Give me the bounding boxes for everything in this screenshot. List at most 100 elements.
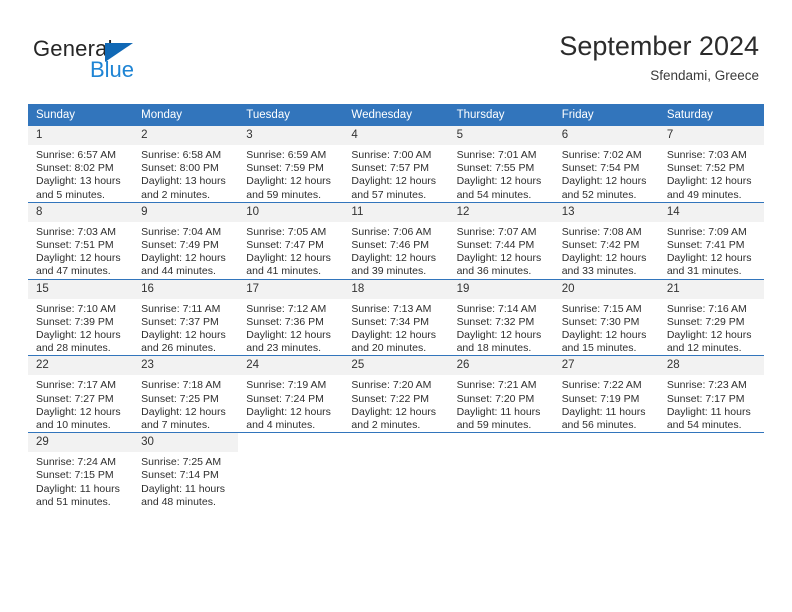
day-number: 24 <box>238 356 344 376</box>
calendar-day-cell[interactable]: 16 Sunrise: 7:11 AM Sunset: 7:37 PM Dayligh… <box>133 278 239 356</box>
day-number: 21 <box>658 279 764 299</box>
calendar-day-cell[interactable]: 29 Sunrise: 7:24 AM Sunset: 7:15 PM Dayligh… <box>28 432 134 510</box>
day-sun-info: Sunrise: 7:23 AM Sunset: 7:17 PM Daylight:… <box>659 375 764 432</box>
calendar-day-cell[interactable]: 20 Sunrise: 7:15 AM Sunset: 7:30 PM Dayligh… <box>553 278 659 356</box>
calendar-day-cell[interactable]: 14 Sunrise: 7:09 AM Sunset: 7:41 PM Dayligh… <box>658 201 764 280</box>
sunrise-text: Sunrise: 7:05 AM <box>246 225 327 238</box>
calendar-day-cell[interactable]: 4 Sunrise: 7:00 AM Sunset: 7:57 PM Daylight… <box>343 126 449 203</box>
daylight-text-line2: and 48 minutes. <box>141 495 216 508</box>
day-number: 18 <box>343 279 449 299</box>
calendar-day-cell[interactable]: 26 Sunrise: 7:21 AM Sunset: 7:20 PM Dayligh… <box>448 355 554 433</box>
calendar-header-row: Sunday Monday Tuesday Wednesday Thursday… <box>28 104 764 126</box>
sunset-text: Sunset: 7:17 PM <box>666 392 745 405</box>
daylight-text-line2: and 49 minutes. <box>666 188 742 201</box>
calendar-day-cell[interactable]: 25 Sunrise: 7:20 AM Sunset: 7:22 PM Dayligh… <box>343 355 449 433</box>
calendar-day-cell[interactable]: 7 Sunrise: 7:03 AM Sunset: 7:52 PM Daylight… <box>658 126 764 203</box>
day-sun-info: Sunrise: 7:16 AM Sunset: 7:29 PM Daylight:… <box>659 299 764 356</box>
daylight-text-line2: and 31 minutes. <box>666 265 742 278</box>
calendar-day-cell[interactable]: 17 Sunrise: 7:12 AM Sunset: 7:36 PM Dayligh… <box>238 278 344 356</box>
sunset-text: Sunset: 7:57 PM <box>351 162 430 175</box>
sunrise-text: Sunrise: 7:08 AM <box>561 225 642 238</box>
day-number: 28 <box>658 356 764 376</box>
daylight-text-line1: Daylight: 12 hours <box>141 329 226 342</box>
calendar-day-cell[interactable]: 15 Sunrise: 7:10 AM Sunset: 7:39 PM Dayligh… <box>28 278 134 356</box>
calendar-day-cell[interactable]: 23 Sunrise: 7:18 AM Sunset: 7:25 PM Dayligh… <box>133 355 239 433</box>
daylight-text-line1: Daylight: 12 hours <box>246 175 331 188</box>
daylight-text-line1: Daylight: 12 hours <box>456 175 542 188</box>
calendar-day-cell[interactable]: 22 Sunrise: 7:17 AM Sunset: 7:27 PM Dayligh… <box>28 355 134 433</box>
daylight-text-line1: Daylight: 12 hours <box>36 252 121 265</box>
general-blue-logo[interactable]: General Blue <box>33 36 253 86</box>
day-sun-info: Sunrise: 7:14 AM Sunset: 7:32 PM Daylight:… <box>449 299 554 356</box>
calendar-day-cell[interactable]: 12 Sunrise: 7:07 AM Sunset: 7:44 PM Dayligh… <box>448 201 554 280</box>
calendar-day-cell[interactable]: 1 Sunrise: 6:57 AM Sunset: 8:02 PM Daylight… <box>28 126 134 203</box>
calendar-day-cell[interactable]: 3 Sunrise: 6:59 AM Sunset: 7:59 PM Daylight… <box>238 126 344 203</box>
sunset-text: Sunset: 7:14 PM <box>141 469 219 482</box>
daylight-text-line2: and 51 minutes. <box>36 495 111 508</box>
sunrise-text: Sunrise: 7:12 AM <box>246 302 327 315</box>
daylight-text-line2: and 41 minutes. <box>246 265 321 278</box>
calendar-day-cell[interactable]: 18 Sunrise: 7:13 AM Sunset: 7:34 PM Dayligh… <box>343 278 449 356</box>
calendar-day-cell[interactable]: 13 Sunrise: 7:08 AM Sunset: 7:42 PM Dayligh… <box>553 201 659 280</box>
daylight-text-line2: and 54 minutes. <box>456 188 532 201</box>
day-sun-info: Sunrise: 7:15 AM Sunset: 7:30 PM Daylight:… <box>554 299 659 356</box>
sunrise-text: Sunrise: 7:00 AM <box>351 149 432 161</box>
day-number: 9 <box>133 202 239 222</box>
day-sun-info: Sunrise: 7:01 AM Sunset: 7:55 PM Daylight:… <box>449 145 554 202</box>
calendar-day-cell[interactable]: 24 Sunrise: 7:19 AM Sunset: 7:24 PM Dayligh… <box>238 355 344 433</box>
calendar-day-cell[interactable]: 8 Sunrise: 7:03 AM Sunset: 7:51 PM Daylight… <box>28 201 134 280</box>
sunrise-text: Sunrise: 7:15 AM <box>561 302 642 315</box>
daylight-text-line1: Daylight: 12 hours <box>246 329 331 342</box>
sunset-text: Sunset: 7:54 PM <box>561 162 640 175</box>
weekday-header-tuesday: Tuesday <box>238 104 344 126</box>
calendar-day-cell[interactable]: 28 Sunrise: 7:23 AM Sunset: 7:17 PM Dayligh… <box>658 355 764 433</box>
day-sun-info: Sunrise: 7:12 AM Sunset: 7:36 PM Daylight:… <box>238 299 343 356</box>
calendar-day-cell[interactable]: 27 Sunrise: 7:22 AM Sunset: 7:19 PM Dayligh… <box>553 355 659 433</box>
day-number: 23 <box>133 356 239 376</box>
day-sun-info: Sunrise: 7:03 AM Sunset: 7:51 PM Daylight:… <box>28 222 133 279</box>
calendar-day-cell[interactable]: 5 Sunrise: 7:01 AM Sunset: 7:55 PM Daylight… <box>448 126 554 203</box>
daylight-text-line1: Daylight: 12 hours <box>456 329 542 342</box>
calendar-day-cell[interactable]: 21 Sunrise: 7:16 AM Sunset: 7:29 PM Dayligh… <box>658 278 764 356</box>
daylight-text-line2: and 2 minutes. <box>141 188 211 201</box>
day-number: 8 <box>28 202 134 222</box>
calendar-day-cell[interactable]: 30 Sunrise: 7:25 AM Sunset: 7:14 PM Dayligh… <box>133 432 239 510</box>
daylight-text-line2: and 20 minutes. <box>351 342 427 355</box>
calendar-day-cell[interactable]: 6 Sunrise: 7:02 AM Sunset: 7:54 PM Daylight… <box>553 126 659 203</box>
daylight-text-line2: and 52 minutes. <box>561 188 637 201</box>
day-sun-info: Sunrise: 7:19 AM Sunset: 7:24 PM Daylight:… <box>238 375 343 432</box>
day-number: 26 <box>448 356 554 376</box>
sunrise-text: Sunrise: 7:19 AM <box>246 379 327 392</box>
weekday-header-wednesday: Wednesday <box>343 104 449 126</box>
daylight-text-line1: Daylight: 11 hours <box>36 482 120 495</box>
day-sun-info: Sunrise: 7:03 AM Sunset: 7:52 PM Daylight:… <box>659 145 764 202</box>
calendar-day-cell[interactable]: 19 Sunrise: 7:14 AM Sunset: 7:32 PM Dayligh… <box>448 278 554 356</box>
sunset-text: Sunset: 7:37 PM <box>141 315 219 328</box>
sunset-text: Sunset: 7:41 PM <box>666 239 745 252</box>
daylight-text-line2: and 56 minutes. <box>561 419 637 432</box>
day-sun-info: Sunrise: 6:59 AM Sunset: 7:59 PM Daylight:… <box>238 145 343 202</box>
day-number: 12 <box>448 202 554 222</box>
calendar-day-cell[interactable]: 2 Sunrise: 6:58 AM Sunset: 8:00 PM Daylight… <box>133 126 239 203</box>
daylight-text-line1: Daylight: 12 hours <box>36 405 121 418</box>
daylight-text-line2: and 39 minutes. <box>351 265 427 278</box>
day-sun-info: Sunrise: 7:11 AM Sunset: 7:37 PM Daylight:… <box>133 299 238 356</box>
weekday-header-saturday: Saturday <box>658 104 764 126</box>
calendar-day-cell[interactable]: 10 Sunrise: 7:05 AM Sunset: 7:47 PM Dayligh… <box>238 201 344 280</box>
daylight-text-line1: Daylight: 13 hours <box>36 175 121 188</box>
logo-text-blue: Blue <box>90 57 135 82</box>
sunrise-text: Sunrise: 7:06 AM <box>351 225 432 238</box>
sunrise-text: Sunrise: 7:09 AM <box>666 225 747 238</box>
sunset-text: Sunset: 7:34 PM <box>351 315 430 328</box>
sunrise-text: Sunrise: 7:04 AM <box>141 225 222 238</box>
calendar-day-cell[interactable]: 11 Sunrise: 7:06 AM Sunset: 7:46 PM Dayligh… <box>343 201 449 280</box>
day-number: 3 <box>238 126 344 145</box>
sunset-text: Sunset: 7:30 PM <box>561 315 640 328</box>
daylight-text-line1: Daylight: 11 hours <box>666 405 751 418</box>
calendar-day-cell[interactable]: 9 Sunrise: 7:04 AM Sunset: 7:49 PM Daylight… <box>133 201 239 280</box>
day-number: 6 <box>553 126 659 145</box>
day-number <box>448 433 554 453</box>
sunrise-text: Sunrise: 7:24 AM <box>36 456 116 469</box>
page-header: General Blue September 2024 Sfendami, Gr… <box>0 0 792 100</box>
day-number: 1 <box>28 126 134 145</box>
